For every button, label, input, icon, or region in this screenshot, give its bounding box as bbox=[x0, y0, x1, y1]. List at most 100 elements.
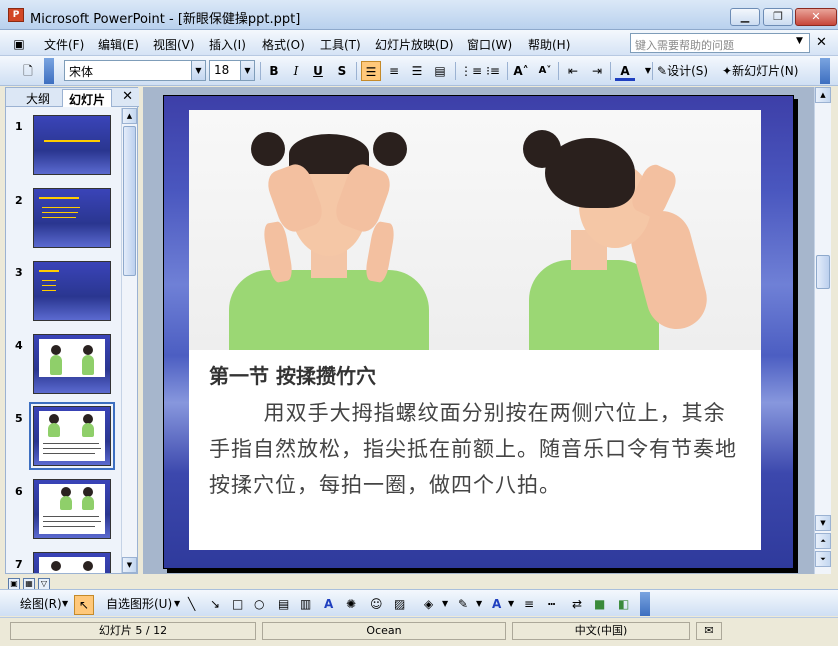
arrow-style-icon[interactable]: ⇄ bbox=[572, 595, 582, 613]
previous-slide-icon[interactable]: ⏶ bbox=[815, 533, 831, 549]
line-style-icon[interactable]: ≡ bbox=[524, 595, 534, 613]
slide-thumbnail[interactable] bbox=[33, 115, 111, 175]
scroll-thumb[interactable] bbox=[123, 126, 136, 276]
align-left-button[interactable]: ☰ bbox=[361, 61, 381, 81]
thumb-text-line bbox=[42, 207, 80, 208]
slide-number: 3 bbox=[15, 266, 23, 279]
toolbar-overflow-handle[interactable] bbox=[44, 58, 54, 84]
align-right-button[interactable]: ☰ bbox=[407, 61, 427, 81]
new-slide-label: 新幻灯片(N) bbox=[732, 64, 799, 78]
editor-scrollbar[interactable]: ▲ ▼ ⏶ ⏷ bbox=[814, 87, 831, 574]
menu-insert[interactable]: 插入(I) bbox=[209, 36, 246, 53]
chevron-down-icon[interactable]: ▼ bbox=[442, 595, 448, 613]
increase-font-icon[interactable]: A˄ bbox=[511, 61, 531, 81]
shadow-style-icon[interactable]: ■ bbox=[594, 595, 605, 613]
dash-style-icon[interactable]: ┅ bbox=[548, 595, 555, 613]
bullet-list-icon[interactable]: ⁝≡ bbox=[483, 61, 503, 81]
distribute-button[interactable]: ▤ bbox=[430, 61, 450, 81]
italic-button[interactable]: I bbox=[286, 61, 306, 81]
scroll-down-icon[interactable]: ▼ bbox=[122, 557, 137, 573]
chevron-down-icon[interactable]: ▼ bbox=[174, 595, 180, 613]
font-name-select[interactable]: 宋体 ▼ bbox=[64, 60, 206, 81]
spelling-icon[interactable]: ✉ bbox=[696, 622, 722, 640]
next-slide-icon[interactable]: ⏷ bbox=[815, 551, 831, 567]
oval-tool-icon[interactable]: ○ bbox=[254, 595, 264, 613]
scroll-down-icon[interactable]: ▼ bbox=[815, 515, 831, 531]
thumb-head bbox=[51, 345, 61, 355]
chevron-down-icon[interactable]: ▼ bbox=[476, 595, 482, 613]
diagram-icon[interactable]: ✺ bbox=[346, 595, 356, 613]
document-close-icon[interactable]: ✕ bbox=[816, 35, 827, 50]
chevron-down-icon[interactable]: ▼ bbox=[508, 595, 514, 613]
minimize-button[interactable]: ▁ bbox=[730, 8, 760, 26]
close-button[interactable]: ✕ bbox=[795, 8, 837, 26]
increase-indent-icon[interactable]: ⇥ bbox=[587, 61, 607, 81]
draw-menu-button[interactable]: 绘图(R) bbox=[20, 595, 62, 613]
panel-scrollbar[interactable]: ▲ ▼ bbox=[121, 108, 137, 573]
slide-thumbnail[interactable] bbox=[33, 552, 111, 573]
menu-window[interactable]: 窗口(W) bbox=[467, 36, 512, 53]
vertical-textbox-icon[interactable]: ▥ bbox=[300, 595, 311, 613]
slide-thumbnail[interactable] bbox=[33, 334, 111, 394]
rectangle-tool-icon[interactable]: □ bbox=[232, 595, 243, 613]
scroll-up-icon[interactable]: ▲ bbox=[815, 87, 831, 103]
3d-style-icon[interactable]: ◧ bbox=[618, 595, 629, 613]
textbox-tool-icon[interactable]: ▤ bbox=[278, 595, 289, 613]
font-size-select[interactable]: 18 ▼ bbox=[209, 60, 255, 81]
menu-help[interactable]: 帮助(H) bbox=[528, 36, 570, 53]
figure-shirt bbox=[229, 270, 429, 350]
slide-heading[interactable]: 第一节 按揉攒竹穴 bbox=[209, 360, 376, 389]
arrow-tool-icon[interactable]: ↘ bbox=[210, 595, 220, 613]
menu-slideshow[interactable]: 幻灯片放映(D) bbox=[375, 36, 454, 53]
decrease-font-icon[interactable]: A˅ bbox=[535, 61, 555, 81]
line-color-icon[interactable]: ✎ bbox=[458, 595, 468, 613]
app-menu-icon[interactable]: ▣ bbox=[8, 34, 30, 54]
chevron-down-icon[interactable]: ▼ bbox=[638, 61, 658, 81]
font-color-icon[interactable]: A bbox=[492, 595, 501, 613]
new-slide-button[interactable]: ✦新幻灯片(N) bbox=[722, 61, 798, 81]
panel-close-icon[interactable]: ✕ bbox=[122, 89, 133, 104]
thumb-text-line bbox=[43, 448, 101, 449]
tab-slides[interactable]: 幻灯片 bbox=[62, 89, 113, 107]
slide-thumbnail-selected[interactable] bbox=[33, 406, 111, 466]
slide-thumbnail[interactable] bbox=[33, 188, 111, 248]
align-center-button[interactable]: ≡ bbox=[384, 61, 404, 81]
help-search-input[interactable]: 键入需要帮助的问题 bbox=[630, 33, 810, 53]
thumb-text-line bbox=[42, 290, 56, 291]
toolbar-overflow-handle[interactable] bbox=[640, 592, 650, 616]
tab-outline[interactable]: 大纲 bbox=[20, 89, 56, 107]
select-pointer-icon[interactable]: ↖ bbox=[74, 595, 94, 615]
menu-format[interactable]: 格式(O) bbox=[262, 36, 305, 53]
language-status[interactable]: 中文(中国) bbox=[512, 622, 690, 640]
thumb-body bbox=[50, 355, 62, 375]
slide-thumbnail[interactable] bbox=[33, 261, 111, 321]
autoshapes-button[interactable]: 自选图形(U) bbox=[106, 595, 172, 613]
current-slide[interactable]: 第一节 按揉攒竹穴 用双手大拇指螺纹面分别按在两侧穴位上，其余手指自然放松，指尖… bbox=[163, 95, 794, 569]
slide-body-text[interactable]: 用双手大拇指螺纹面分别按在两侧穴位上，其余手指自然放松，指尖抵在前额上。随音乐口… bbox=[209, 395, 739, 503]
toolbar-overflow-handle[interactable] bbox=[820, 58, 830, 84]
fill-color-icon[interactable]: ◈ bbox=[424, 595, 433, 613]
bold-button[interactable]: B bbox=[264, 61, 284, 81]
chevron-down-icon[interactable]: ▼ bbox=[62, 595, 68, 613]
shadow-button[interactable]: S bbox=[332, 61, 352, 81]
slide-thumbnail[interactable] bbox=[33, 479, 111, 539]
menu-file[interactable]: 文件(F) bbox=[44, 36, 84, 53]
decrease-indent-icon[interactable]: ⇤ bbox=[563, 61, 583, 81]
menu-tools[interactable]: 工具(T) bbox=[320, 36, 361, 53]
new-document-icon[interactable]: 🗋 bbox=[18, 61, 38, 81]
menu-edit[interactable]: 编辑(E) bbox=[98, 36, 139, 53]
wordart-icon[interactable]: A bbox=[324, 595, 333, 613]
scroll-up-icon[interactable]: ▲ bbox=[122, 108, 137, 124]
font-color-icon[interactable]: A bbox=[615, 61, 635, 81]
numbered-list-icon[interactable]: ⋮≡ bbox=[460, 61, 482, 81]
chevron-down-icon[interactable]: ▼ bbox=[796, 36, 803, 46]
clipart-icon[interactable]: ☺ bbox=[370, 595, 383, 613]
scroll-thumb[interactable] bbox=[816, 255, 830, 289]
menu-view[interactable]: 视图(V) bbox=[153, 36, 195, 53]
restore-button[interactable]: ❐ bbox=[763, 8, 793, 26]
line-tool-icon[interactable]: ╲ bbox=[188, 595, 195, 613]
underline-button[interactable]: U bbox=[308, 61, 328, 81]
design-theme-status[interactable]: Ocean bbox=[262, 622, 506, 640]
picture-icon[interactable]: ▨ bbox=[394, 595, 405, 613]
design-button[interactable]: ✎设计(S) bbox=[657, 61, 708, 81]
